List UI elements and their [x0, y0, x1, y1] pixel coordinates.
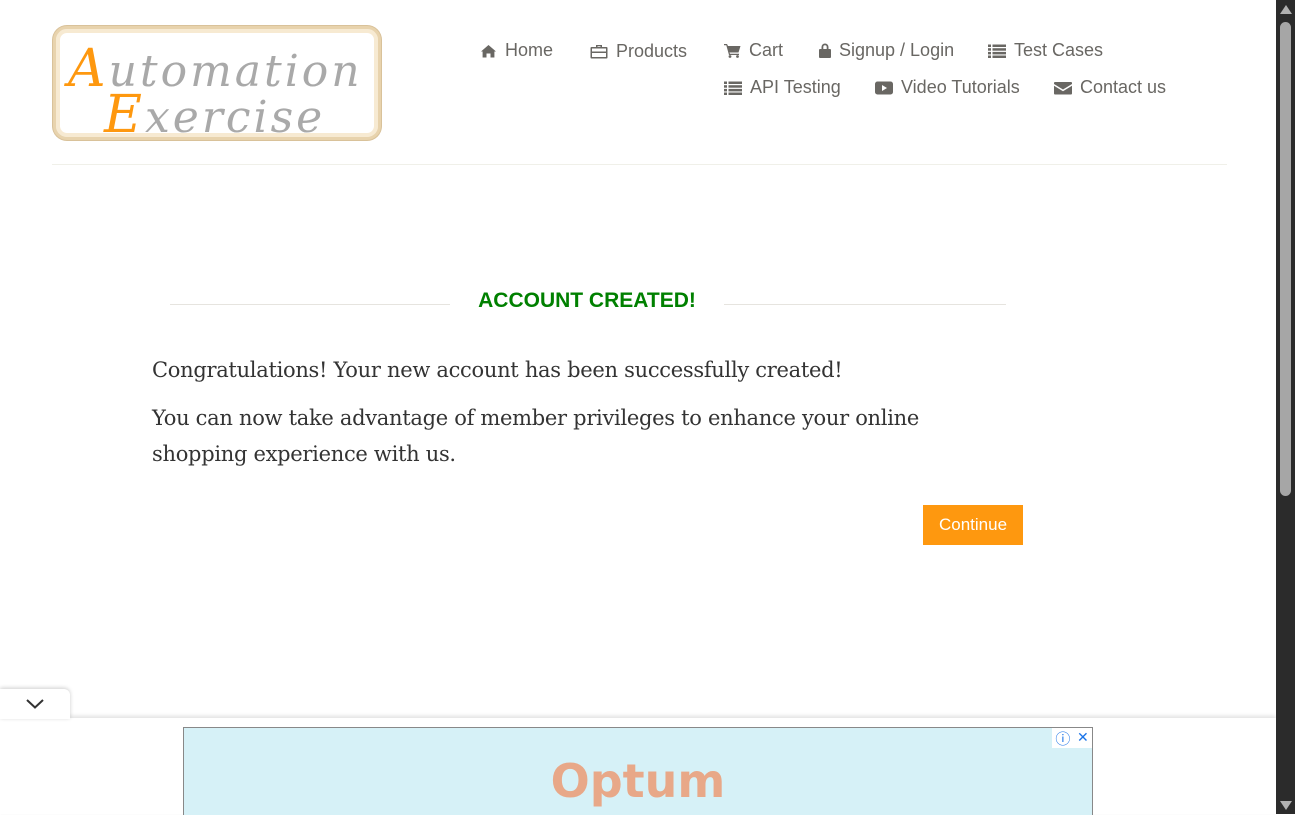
nav-cart-label: Cart	[749, 40, 784, 60]
nav-products-label: Products	[616, 41, 688, 61]
briefcase-icon	[590, 45, 608, 59]
ad-creative[interactable]: Optum ⓘ ✕	[183, 727, 1093, 815]
list-icon	[988, 44, 1006, 58]
congratulations-message: Congratulations! Your new account has be…	[152, 358, 843, 382]
home-icon	[481, 44, 496, 57]
header-divider	[52, 164, 1227, 165]
nav-home[interactable]: Home	[480, 40, 553, 61]
list-icon	[724, 81, 742, 95]
nav-contact-us[interactable]: Contact us	[1054, 77, 1166, 98]
logo-line-2: Exercise	[104, 85, 326, 145]
title-divider-left	[170, 304, 450, 305]
nav-api-testing[interactable]: API Testing	[724, 77, 841, 98]
ad-collapse-toggle[interactable]	[0, 689, 70, 719]
chevron-down-icon	[26, 699, 44, 709]
member-privileges-message: You can now take advantage of member pri…	[152, 406, 919, 466]
scroll-down-arrow-icon[interactable]	[1280, 801, 1292, 810]
scroll-up-arrow-icon[interactable]	[1280, 5, 1292, 14]
nav-signup-login-label: Signup / Login	[839, 40, 955, 60]
nav-signup-login[interactable]: Signup / Login	[819, 40, 954, 61]
ad-info-icon[interactable]: ⓘ	[1055, 728, 1070, 749]
nav-products[interactable]: Products	[590, 41, 687, 62]
nav-contact-us-label: Contact us	[1080, 77, 1167, 97]
nav-video-tutorials-label: Video Tutorials	[901, 77, 1020, 97]
page-scrollbar[interactable]	[1276, 0, 1295, 814]
nav-home-label: Home	[505, 40, 554, 60]
nav-video-tutorials[interactable]: Video Tutorials	[875, 77, 1020, 98]
nav-test-cases[interactable]: Test Cases	[988, 40, 1103, 61]
nav-api-testing-label: API Testing	[750, 77, 841, 97]
ad-controls: ⓘ ✕	[1052, 728, 1092, 748]
lock-icon	[819, 43, 831, 58]
cart-icon	[724, 44, 741, 58]
ad-brand-text: Optum	[550, 754, 726, 808]
envelope-icon	[1054, 81, 1072, 94]
youtube-play-icon	[875, 81, 893, 94]
site-logo[interactable]: Automation Exercise	[53, 26, 381, 145]
ad-close-icon[interactable]: ✕	[1077, 730, 1089, 746]
nav-test-cases-label: Test Cases	[1014, 40, 1104, 60]
continue-button[interactable]: Continue	[923, 505, 1023, 545]
account-created-title: ACCOUNT CREATED!	[478, 289, 696, 312]
nav-cart[interactable]: Cart	[724, 40, 783, 61]
scrollbar-thumb[interactable]	[1280, 22, 1291, 496]
title-divider-right	[724, 304, 1006, 305]
